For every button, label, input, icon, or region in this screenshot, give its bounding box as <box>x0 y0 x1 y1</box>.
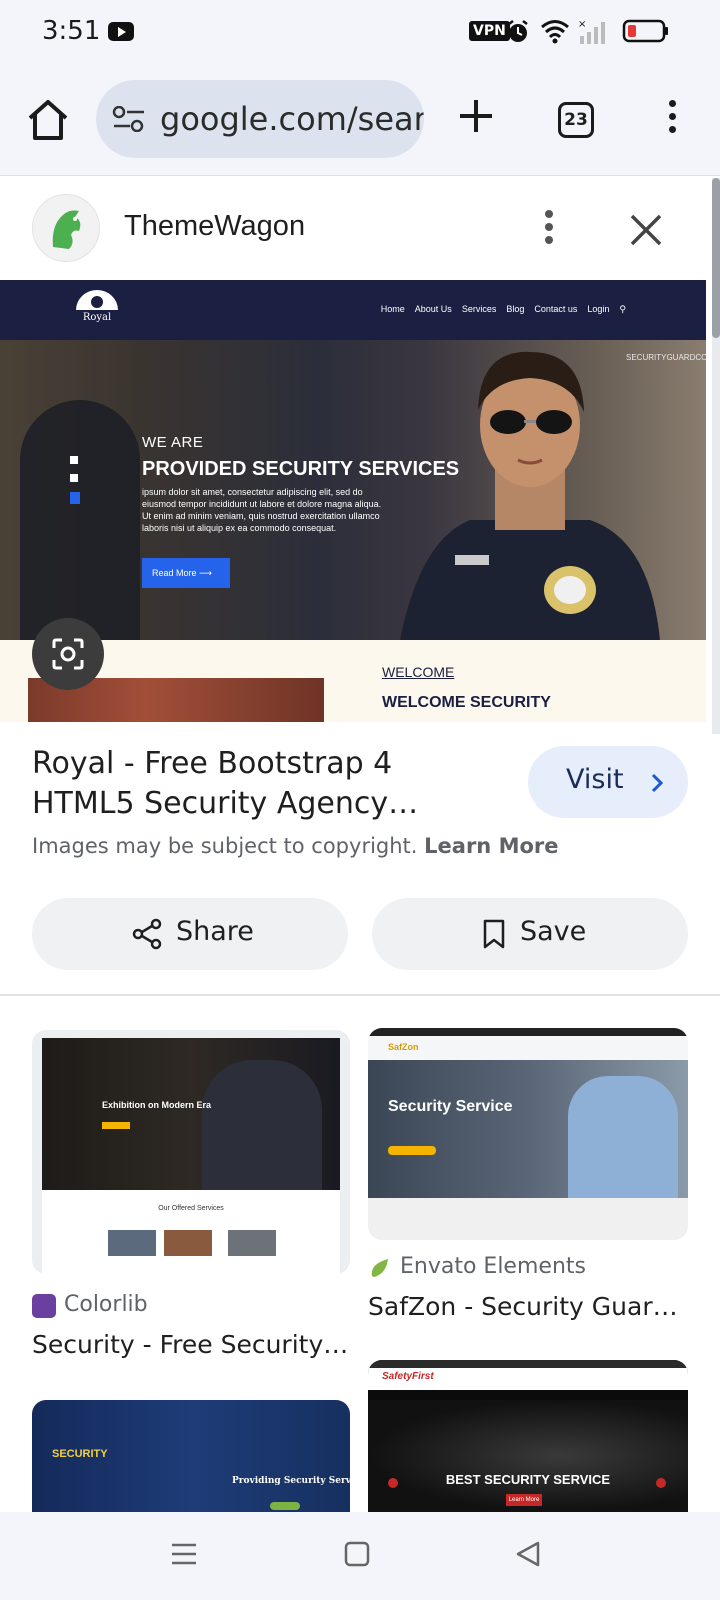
back-icon[interactable] <box>514 1540 542 1568</box>
related-thumbnail-colorlib[interactable]: Exhibition on Modern Era Our Offered Ser… <box>32 1030 350 1274</box>
alarm-icon <box>508 20 528 42</box>
lens-icon <box>52 638 84 670</box>
preview-headline: PROVIDED SECURITY SERVICES <box>142 458 460 480</box>
related-thumbnail-safetyfirst[interactable]: SafetyFirst BEST SECURITY SERVICE Learn … <box>368 1360 688 1512</box>
status-bar: 3:51 VPN × <box>0 0 720 64</box>
learn-more-link[interactable]: Learn More <box>424 834 558 858</box>
share-button[interactable]: Share <box>32 898 348 970</box>
url-text[interactable]: google.com/search <box>160 100 424 138</box>
share-icon <box>132 918 162 950</box>
preview-body-text: ipsum dolor sit amet, consectetur adipis… <box>142 487 382 533</box>
home-nav-icon[interactable] <box>344 1540 370 1568</box>
status-time: 3:51 <box>42 16 101 46</box>
colorlib-favicon <box>32 1294 56 1318</box>
home-icon[interactable] <box>22 94 74 146</box>
related-source: Colorlib <box>64 1292 148 1317</box>
preview-navbar: Royal Home About Us Services Blog Contac… <box>0 280 706 340</box>
address-bar[interactable]: google.com/search <box>96 80 424 158</box>
battery-icon <box>622 19 668 43</box>
google-lens-button[interactable] <box>32 618 104 690</box>
bookmark-icon <box>483 919 505 949</box>
result-title[interactable]: Royal - Free Bootstrap 4 HTML5 Security … <box>32 744 492 824</box>
youtube-notification-icon <box>108 22 134 41</box>
preview-read-more-button: Read More ⟶ <box>142 558 230 588</box>
visit-button[interactable]: Visit <box>528 746 688 818</box>
browser-menu-icon[interactable] <box>660 100 684 140</box>
close-icon[interactable] <box>624 208 668 252</box>
share-label: Share <box>176 916 254 947</box>
wifi-icon <box>541 20 569 44</box>
vpn-badge: VPN <box>469 21 510 41</box>
preview-we-are: WE ARE <box>142 434 204 451</box>
system-nav-bar <box>0 1512 720 1600</box>
related-title[interactable]: Security - Free Security… <box>32 1330 352 1359</box>
recents-menu-icon[interactable] <box>170 1540 198 1568</box>
visit-label: Visit <box>566 764 624 795</box>
more-options-icon[interactable] <box>540 210 558 250</box>
signal-icon: × <box>578 19 605 44</box>
source-name[interactable]: ThemeWagon <box>124 210 305 243</box>
preview-image[interactable]: Royal Home About Us Services Blog Contac… <box>0 280 706 722</box>
themewagon-logo <box>32 194 100 262</box>
scrollbar-thumb[interactable] <box>712 178 720 338</box>
preview-welcome-label: WELCOME <box>382 664 455 680</box>
related-thumbnail-security[interactable]: SECURITY Providing Security Services <box>32 1400 350 1512</box>
related-thumbnail-safzon[interactable]: SafZon Security Service <box>368 1028 688 1240</box>
svg-text:×: × <box>578 19 586 30</box>
guard-silhouette <box>20 400 140 640</box>
royal-logo: Royal <box>76 290 118 323</box>
new-tab-icon[interactable] <box>456 96 496 136</box>
chevron-right-icon <box>651 773 664 793</box>
related-title[interactable]: SafZon - Security Guar… <box>368 1292 688 1321</box>
save-button[interactable]: Save <box>372 898 688 970</box>
related-source: Envato Elements <box>400 1254 586 1279</box>
browser-toolbar: google.com/search 23 <box>0 64 720 176</box>
preview-slider-dots <box>70 456 80 504</box>
preview-search-icon: ⚲ <box>619 304 626 314</box>
preview-welcome-heading: WELCOME SECURITY <box>382 694 551 711</box>
copyright-notice: Images may be subject to copyright. Lear… <box>32 834 559 858</box>
divider <box>0 994 720 996</box>
save-label: Save <box>520 916 587 947</box>
preview-vertical-text: SECURITYGUARDCOMPANY <box>626 352 706 364</box>
envato-favicon <box>371 1259 388 1277</box>
preview-nav-menu: Home About Us Services Blog Contact us L… <box>380 304 626 314</box>
tab-switcher-button[interactable]: 23 <box>558 102 594 138</box>
officer-photo <box>400 351 660 640</box>
site-settings-icon[interactable] <box>112 106 146 132</box>
source-header: ThemeWagon <box>0 178 706 280</box>
